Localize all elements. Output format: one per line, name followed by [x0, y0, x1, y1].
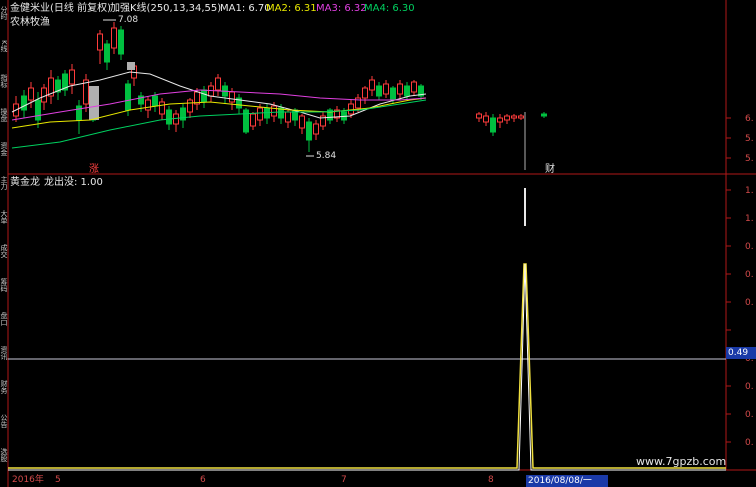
candle-body [118, 29, 124, 55]
candle-body [518, 115, 524, 119]
price-axis-tick-1: 6. [745, 114, 754, 124]
chart-window[interactable]: 金健米业(日线 前复权) 加强K线(250,13,34,55) MA1: 6.7… [0, 0, 756, 487]
price-axis-tick-2: 5. [745, 134, 754, 144]
candle-body [69, 69, 75, 85]
left-tab-13[interactable]: 选股 [0, 448, 8, 478]
time-axis-year: 2016年 [12, 475, 44, 485]
candle-body [476, 113, 482, 119]
lower-axis-tick-2: 1. [745, 214, 754, 224]
candle-body [104, 43, 110, 63]
rise-marker: 涨 [89, 164, 99, 175]
highlight-candle [127, 62, 135, 70]
time-axis-june: 6 [200, 475, 206, 485]
candle-body [497, 117, 503, 123]
candle-body [187, 99, 193, 113]
time-axis-may: 5 [55, 475, 61, 485]
left-tab-6[interactable]: 大单 [0, 210, 8, 240]
candle-body [348, 103, 354, 115]
ma2-value: MA2: 6.31 [266, 3, 317, 14]
lower-axis-tick-3: 0. [745, 242, 754, 252]
left-tab-4[interactable]: 资金 [0, 142, 8, 172]
low-price-label: 5.84 [316, 151, 337, 161]
sector-label: 农林牧渔 [10, 17, 50, 28]
ma4-value: MA4: 6.30 [364, 3, 415, 14]
candle-body [125, 83, 131, 111]
lower-axis-tick-8: 0. [745, 410, 754, 420]
left-tab-0[interactable]: 分时 [0, 6, 8, 36]
left-tab-7[interactable]: 成交 [0, 244, 8, 274]
candle-body [76, 105, 82, 121]
left-tab-2[interactable]: 指标 [0, 74, 8, 104]
cursor-date-box: 2016/08/08/一 [526, 475, 608, 487]
lower-axis-tick-4: 0. [745, 270, 754, 280]
candle-body [313, 123, 319, 135]
candle-body [504, 115, 510, 121]
lower-indicator-signal: 龙出没: 1.00 [44, 177, 103, 188]
watermark: www.7gpzb.com [636, 455, 727, 468]
candle-body [376, 85, 382, 97]
candle-body [306, 121, 312, 141]
candle-body [28, 87, 34, 101]
candle-body [404, 85, 410, 97]
lower-axis-tick-5: 0. [745, 298, 754, 308]
time-axis-aug: 8 [488, 475, 494, 485]
candle-body [21, 95, 27, 111]
lower-axis-tick-1: 1. [745, 186, 754, 196]
candle-body [511, 115, 517, 119]
candle-body [299, 115, 305, 129]
left-tab-12[interactable]: 公告 [0, 414, 8, 444]
high-price-label: 7.08 [118, 15, 139, 25]
finance-marker: 财 [545, 164, 555, 175]
candle-body [271, 105, 277, 117]
lower-indicator-name: 黄金龙 [10, 177, 40, 188]
crosshair-value-box: 0.49 [726, 347, 756, 359]
lower-axis-tick-7: 0. [745, 382, 754, 392]
candle-body [111, 27, 117, 49]
candle-body [152, 95, 158, 107]
candle-body [250, 113, 256, 127]
candle-body [541, 113, 547, 117]
stock-title: 金健米业(日线 前复权) [10, 3, 111, 14]
ma3-value: MA3: 6.32 [316, 3, 367, 14]
candle-body [166, 109, 172, 125]
price-axis-tick-3: 5. [745, 154, 754, 164]
signal-line [8, 263, 726, 469]
left-tab-1[interactable]: K线 [0, 40, 8, 70]
kline-chart[interactable] [0, 0, 756, 487]
highlight-candle [89, 86, 99, 120]
left-tab-9[interactable]: 盘口 [0, 312, 8, 342]
candle-body [201, 89, 207, 103]
candle-body [35, 99, 41, 121]
candle-body [41, 87, 47, 103]
candle-body [411, 81, 417, 93]
candle-body [145, 99, 151, 111]
candle-body [159, 101, 165, 115]
ma4-line [11, 99, 427, 149]
lower-axis-tick-9: 0. [745, 438, 754, 448]
candle-body [390, 87, 396, 101]
candle-body [383, 83, 389, 95]
left-tab-11[interactable]: 财务 [0, 380, 8, 410]
candle-body [362, 87, 368, 99]
left-tab-strip: 分时 K线指标操盘资金主力大单成交筹码盘口资讯财务公告选股 [0, 0, 8, 487]
ma2-line [11, 97, 427, 129]
left-tab-10[interactable]: 资讯 [0, 346, 8, 376]
candle-body [97, 33, 103, 51]
candle-body [257, 107, 263, 121]
signal-line-2 [8, 263, 726, 471]
candle-body [215, 77, 221, 91]
candle-body [483, 115, 489, 123]
candle-body [285, 111, 291, 123]
candle-body [397, 83, 403, 95]
left-tab-3[interactable]: 操盘 [0, 108, 8, 138]
candle-body [229, 91, 235, 103]
candle-body [369, 79, 375, 91]
candle-body [490, 117, 496, 133]
ma1-value: MA1: 6.70 [220, 3, 271, 14]
time-axis-july: 7 [341, 475, 347, 485]
left-tab-8[interactable]: 筹码 [0, 278, 8, 308]
left-tab-5[interactable]: 主力 [0, 176, 8, 206]
